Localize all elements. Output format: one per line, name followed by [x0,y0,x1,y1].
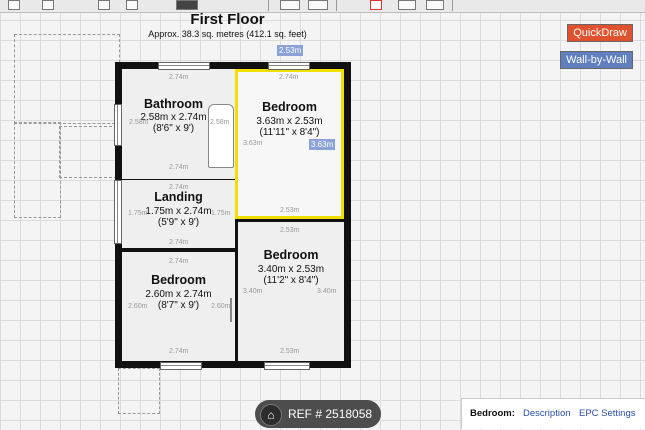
toolbar-tool-icon[interactable] [126,0,138,10]
measurement-label: 2.53m [280,227,300,234]
ghost-floor-outline [59,126,117,178]
toolbar-tool-icon[interactable] [370,0,382,10]
measurement-label: 2.58m [129,119,149,126]
measurement-label: 2.58m [210,119,230,126]
room-dimensions-metric: 3.40m x 2.53m [257,264,325,275]
toolbar-separator [452,0,453,11]
measurement-label: 2.60m [128,303,148,310]
measurement-label: 2.74m [169,348,189,355]
room-name: Bedroom [263,248,319,262]
ghost-floor-outline [118,368,160,414]
room-name: Bedroom [151,273,206,287]
bathtub-icon [208,104,234,168]
room-dimensions-imperial: (11'11" x 8'4") [259,127,320,138]
measurement-label: 1.75m [211,210,231,217]
measurement-label: 1.75m [128,210,148,217]
toolbar-separator [268,0,269,11]
measurement-label: 2.74m [279,74,299,81]
toolbar-tool-icon[interactable] [8,0,20,10]
wall-by-wall-button[interactable]: Wall-by-Wall [560,51,633,69]
toolbar-tool-icon[interactable] [42,0,54,10]
measurement-label: 3.40m [243,288,263,295]
window[interactable] [114,180,122,244]
measurement-label: 3.63m [243,140,263,147]
reference-badge: ⌂ REF # 2518058 [255,400,381,428]
toolbar-tool-icon[interactable] [426,0,444,10]
measurement-label: 2.74m [169,258,189,265]
window[interactable] [268,62,310,70]
description-link[interactable]: Description [523,408,571,419]
room-details-bar: Bedroom: Description EPC Settings [461,398,645,429]
ghost-floor-outline [14,122,61,218]
measurement-label: 2.60m [211,303,231,310]
room-dimensions-imperial: (11'2" x 8'4") [263,275,319,286]
toolbar-tool-icon[interactable] [398,0,416,10]
room-dimensions-metric: 2.60m x 2.74m [145,289,212,300]
room-name: Bedroom [262,100,317,114]
home-icon[interactable]: ⌂ [260,404,282,426]
toolbar-separator [336,0,337,11]
measurement-label: 2.74m [169,164,189,171]
toolbar-tool-icon[interactable] [280,0,300,10]
window[interactable] [160,362,202,370]
reference-number: REF # 2518058 [288,407,373,421]
quickdraw-button[interactable]: QuickDraw [567,24,633,42]
epc-settings-link[interactable]: EPC Settings [579,408,636,419]
room-dimensions-imperial: (5'9" x 9') [157,217,200,228]
ghost-floor-outline [14,34,120,124]
window[interactable] [114,104,122,146]
room-dimensions-metric: 3.63m x 2.53m [256,116,323,127]
toolbar-tool-icon[interactable] [176,0,198,10]
window[interactable] [158,62,210,70]
floor-title: First Floor [190,11,265,28]
measurement-label: 2.74m [169,184,189,191]
room-name: Landing [154,190,203,204]
toolbar-tool-icon[interactable] [98,0,110,10]
door-swing-icon [230,298,232,322]
measurement-label: 2.74m [169,239,189,246]
window[interactable] [264,362,310,370]
measurement-label: 2.74m [169,74,189,81]
toolbar-tool-icon[interactable] [308,0,328,10]
selected-height-tag[interactable]: 3.63m [309,139,336,150]
selected-width-tag[interactable]: 2.53m [277,45,304,56]
measurement-label: 2.53m [280,207,300,214]
measurement-label: 2.53m [280,348,300,355]
measurement-label: 3.40m [317,288,337,295]
selected-room-label: Bedroom: [470,408,515,419]
